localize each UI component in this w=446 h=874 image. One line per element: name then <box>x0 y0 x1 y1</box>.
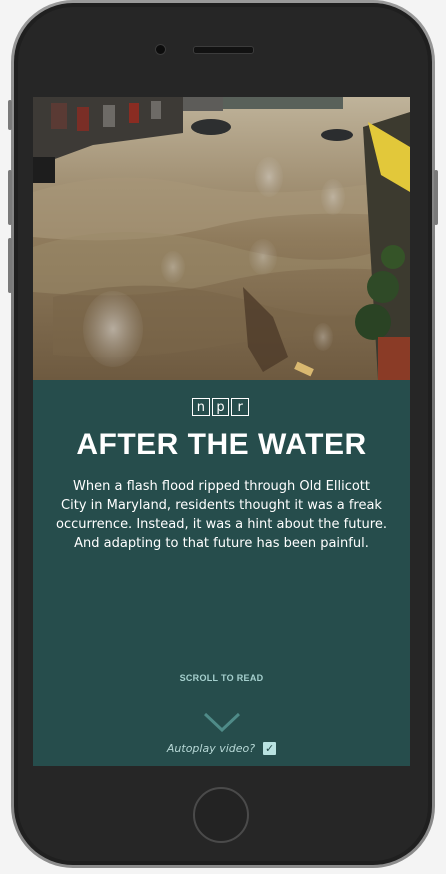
dek-line-4: And adapting to that future has been pai… <box>74 536 369 551</box>
npr-logo[interactable]: n p r <box>192 398 250 416</box>
flood-scene-image <box>33 97 410 380</box>
autoplay-label: Autoplay video? <box>166 742 256 755</box>
article-dek: When a flash flood ripped through Old El… <box>47 477 396 553</box>
dek-line-3: occurrence. Instead, it was a hint about… <box>56 517 387 532</box>
dek-line-1: When a flash flood ripped through Old El… <box>73 479 370 494</box>
home-button[interactable] <box>193 787 249 843</box>
page-title: AFTER THE WATER <box>76 428 367 461</box>
volume-up-button <box>8 170 12 225</box>
npr-logo-r: r <box>231 398 250 416</box>
hero-video[interactable] <box>33 97 410 380</box>
front-camera <box>155 44 166 55</box>
volume-down-button <box>8 238 12 293</box>
npr-logo-p: p <box>211 398 230 416</box>
autoplay-toggle[interactable]: Autoplay video? ✓ <box>33 742 410 755</box>
chevron-down-icon[interactable] <box>204 712 240 732</box>
scroll-to-read-label[interactable]: SCROLL TO READ <box>33 673 410 683</box>
intro-panel: n p r AFTER THE WATER When a flash flood… <box>33 380 410 766</box>
dek-line-2: City in Maryland, residents thought it w… <box>61 498 382 513</box>
power-button <box>434 170 438 225</box>
screen: n p r AFTER THE WATER When a flash flood… <box>33 97 410 766</box>
earpiece-speaker <box>193 46 254 54</box>
autoplay-checkbox[interactable]: ✓ <box>263 742 277 755</box>
mute-switch <box>8 100 12 130</box>
check-icon: ✓ <box>265 742 275 755</box>
npr-logo-n: n <box>192 398 210 416</box>
